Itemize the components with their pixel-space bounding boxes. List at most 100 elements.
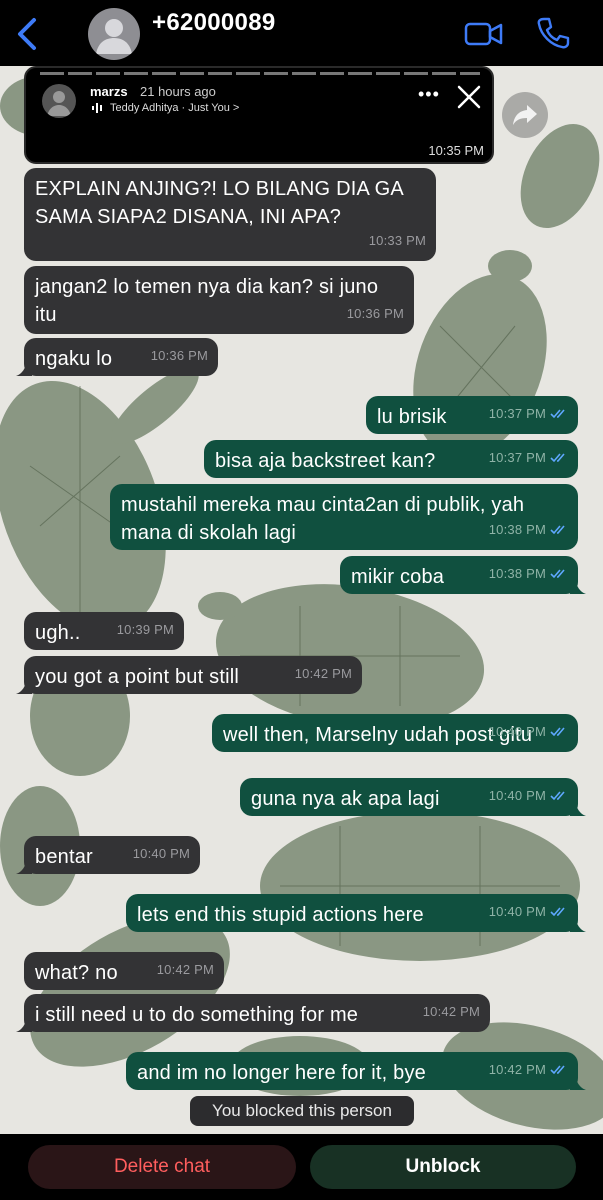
outgoing-message[interactable]: guna nya ak apa lagi 10:40 PM	[240, 778, 586, 816]
message-time: 10:33 PM	[368, 233, 426, 248]
message-text: bentar	[35, 846, 93, 868]
message-text: mikir coba	[351, 566, 445, 588]
message-meta: 10:40 PM	[489, 898, 568, 926]
message-meta: 10:37 PM	[489, 400, 568, 428]
bubble-tail	[570, 918, 586, 932]
message-text: what? no	[35, 962, 118, 984]
message-time: 10:42 PM	[488, 1062, 546, 1077]
incoming-message[interactable]: bentar 10:40 PM	[16, 836, 200, 874]
message-meta: 10:42 PM	[157, 956, 214, 984]
message-text: guna nya ak apa lagi	[251, 788, 440, 810]
message-time: 10:40 PM	[488, 904, 546, 919]
message-time: 10:42 PM	[156, 962, 214, 977]
incoming-message[interactable]: jangan2 lo temen nya dia kan? si juno it…	[24, 266, 414, 334]
outgoing-message[interactable]: lets end this stupid actions here 10:40 P…	[126, 894, 586, 932]
bubble-tail	[16, 680, 32, 694]
message-time: 10:39 PM	[116, 622, 174, 637]
message-text: you got a point but still	[35, 666, 240, 688]
story-username: marzs	[90, 84, 128, 99]
message-meta: 10:38 PM	[489, 516, 568, 544]
message-time: 10:40 PM	[488, 788, 546, 803]
message-text: and im no longer here for it, bye	[137, 1062, 426, 1084]
message-time: 10:38 PM	[488, 566, 546, 581]
story-progress-bars	[40, 72, 480, 75]
outgoing-message[interactable]: mikir coba 10:38 PM	[340, 556, 586, 594]
message-meta: 10:38 PM	[489, 560, 568, 588]
bubble-tail	[570, 1076, 586, 1090]
unblock-button[interactable]: Unblock	[310, 1145, 576, 1189]
message-meta: 10:36 PM	[347, 300, 404, 328]
read-receipt-icon	[550, 525, 565, 535]
message-meta: 10:42 PM	[489, 1056, 568, 1084]
message-text: ngaku lo	[35, 348, 113, 370]
incoming-message[interactable]: EXPLAIN ANJING?! LO BILANG DIA GA SAMA S…	[24, 168, 436, 261]
message-text: well then, Marselny udah post gitu	[223, 724, 533, 746]
read-receipt-icon	[550, 409, 565, 419]
message-text: lets end this stupid actions here	[137, 904, 424, 926]
story-avatar	[42, 84, 76, 118]
audio-wave-icon	[92, 103, 102, 113]
chat-header: +62000089	[0, 0, 603, 66]
story-music-label: Teddy Adhitya · Just You >	[110, 102, 240, 114]
message-text: lu brisik	[377, 406, 447, 428]
phone-icon[interactable]	[536, 16, 570, 50]
incoming-message[interactable]: i still need u to do something for me 10:…	[16, 994, 490, 1032]
incoming-message[interactable]: you got a point but still 10:42 PM	[16, 656, 362, 694]
message-time: 10:38 PM	[488, 522, 546, 537]
message-meta: 10:42 PM	[295, 660, 352, 688]
message-time: 10:40 PM	[132, 846, 190, 861]
message-meta: 10:39 PM	[117, 616, 174, 644]
message-meta: 10:42 PM	[423, 998, 480, 1026]
read-receipt-icon	[550, 569, 565, 579]
chat-area[interactable]: marzs 21 hours ago Teddy Adhitya · Just …	[0, 66, 603, 1134]
message-text: ugh..	[35, 622, 81, 644]
bubble-tail	[16, 1018, 32, 1032]
message-text: bisa aja backstreet kan?	[215, 450, 436, 472]
avatar[interactable]	[88, 8, 140, 60]
bubble-tail	[570, 580, 586, 594]
message-time: 10:40 PM	[488, 724, 546, 739]
message-meta: 10:40 PM	[489, 718, 568, 746]
chat-footer: Delete chat Unblock	[0, 1134, 603, 1200]
outgoing-message[interactable]: lu brisik 10:37 PM	[366, 396, 578, 434]
message-time: 10:37 PM	[488, 406, 546, 421]
read-receipt-icon	[550, 1065, 565, 1075]
video-camera-icon[interactable]	[464, 20, 504, 48]
message-time: 10:36 PM	[346, 306, 404, 321]
message-text: EXPLAIN ANJING?! LO BILANG DIA GA SAMA S…	[35, 178, 404, 228]
chevron-left-icon[interactable]	[14, 14, 42, 54]
incoming-message[interactable]: ugh.. 10:39 PM	[24, 612, 184, 650]
incoming-message[interactable]: ngaku lo 10:36 PM	[16, 338, 218, 376]
story-reply-card[interactable]: marzs 21 hours ago Teddy Adhitya · Just …	[24, 66, 494, 164]
message-time: 10:42 PM	[422, 1004, 480, 1019]
message-time: 10:36 PM	[150, 348, 208, 363]
more-options-icon[interactable]: •••	[418, 84, 440, 105]
close-icon[interactable]	[456, 84, 482, 110]
share-button[interactable]	[502, 92, 548, 138]
story-music: Teddy Adhitya · Just You >	[92, 102, 239, 114]
message-meta: 10:33 PM	[369, 227, 426, 255]
delete-chat-button[interactable]: Delete chat	[28, 1145, 296, 1189]
message-time: 10:37 PM	[488, 450, 546, 465]
forward-arrow-icon	[513, 105, 537, 125]
outgoing-message[interactable]: well then, Marselny udah post gitu 10:40 …	[212, 714, 578, 752]
read-receipt-icon	[550, 907, 565, 917]
bubble-tail	[570, 802, 586, 816]
outgoing-message[interactable]: bisa aja backstreet kan? 10:37 PM	[204, 440, 578, 478]
read-receipt-icon	[550, 453, 565, 463]
message-text: i still need u to do something for me	[35, 1004, 359, 1026]
outgoing-message[interactable]: and im no longer here for it, bye 10:42 P…	[126, 1052, 586, 1090]
message-meta: 10:36 PM	[151, 342, 208, 370]
read-receipt-icon	[550, 727, 565, 737]
story-message-time: 10:35 PM	[428, 143, 484, 158]
message-time: 10:42 PM	[294, 666, 352, 681]
story-time-ago: 21 hours ago	[140, 84, 216, 99]
read-receipt-icon	[550, 791, 565, 801]
blocked-notice: You blocked this person	[190, 1096, 414, 1126]
bubble-tail	[16, 860, 32, 874]
contact-name[interactable]: +62000089	[152, 9, 276, 37]
message-meta: 10:40 PM	[489, 782, 568, 810]
incoming-message[interactable]: what? no 10:42 PM	[24, 952, 224, 990]
bubble-tail	[16, 362, 32, 376]
outgoing-message[interactable]: mustahil mereka mau cinta2an di publik, …	[110, 484, 578, 550]
